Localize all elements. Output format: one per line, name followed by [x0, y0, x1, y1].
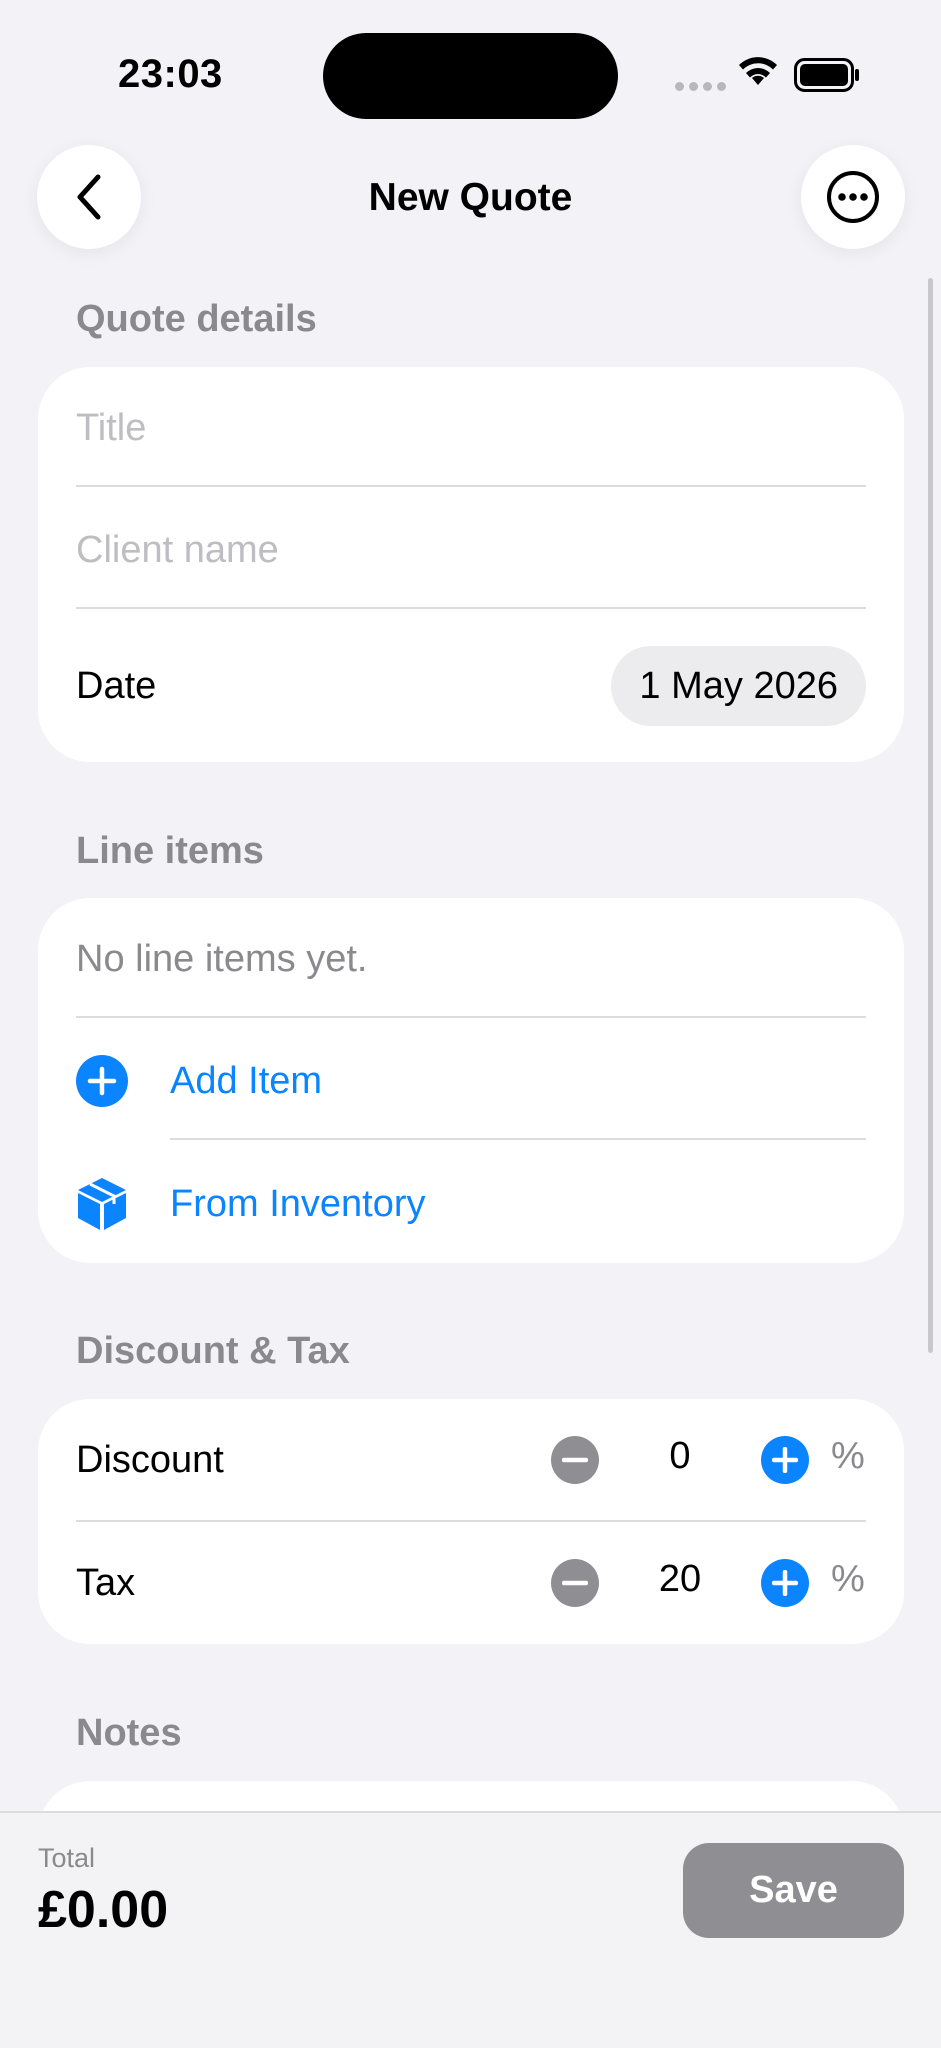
tax-increment-button[interactable] — [761, 1559, 809, 1607]
divider — [76, 1016, 866, 1018]
divider — [76, 1520, 866, 1522]
discount-percent-symbol: % — [831, 1435, 865, 1477]
tax-label: Tax — [76, 1561, 136, 1604]
line-items-card: No line items yet. Add Item From Invento… — [38, 898, 904, 1263]
divider — [76, 485, 866, 487]
client-name-field[interactable]: Client name — [76, 525, 866, 575]
discount-value: 0 — [669, 1435, 691, 1477]
discount-tax-header: Discount & Tax — [76, 1330, 350, 1372]
from-inventory-label: From Inventory — [170, 1182, 426, 1225]
scroll-indicator[interactable] — [928, 278, 933, 1353]
add-item-button[interactable]: Add Item — [76, 1054, 866, 1108]
tax-percent-symbol: % — [831, 1558, 865, 1600]
title-input[interactable]: Title — [76, 407, 146, 450]
divider — [170, 1138, 866, 1140]
notes-header: Notes — [76, 1712, 182, 1754]
empty-state-text: No line items yet. — [76, 937, 368, 980]
battery-icon — [794, 58, 859, 92]
line-items-header: Line items — [76, 830, 264, 872]
dynamic-island — [323, 33, 618, 119]
from-inventory-button[interactable]: From Inventory — [76, 1176, 866, 1232]
divider — [76, 607, 866, 609]
discount-tax-card: Discount 0 % Tax 20 % — [38, 1399, 904, 1644]
add-item-label: Add Item — [170, 1059, 323, 1102]
page-title: New Quote — [368, 176, 573, 219]
tax-row: Tax — [76, 1558, 866, 1608]
save-button[interactable]: Save — [683, 1843, 904, 1938]
discount-label: Discount — [76, 1438, 224, 1481]
tax-value: 20 — [658, 1558, 702, 1600]
shipping-box-icon — [78, 1178, 126, 1230]
empty-state-row: No line items yet. — [76, 934, 866, 984]
ellipsis-circle-icon — [827, 171, 879, 223]
discount-decrement-button[interactable] — [551, 1436, 599, 1484]
wifi-icon — [739, 57, 777, 85]
minus-icon — [562, 1580, 588, 1586]
quote-details-header: Quote details — [76, 298, 317, 340]
date-picker-button[interactable]: 1 May 2026 — [611, 646, 866, 726]
cellular-signal-icon — [675, 82, 726, 91]
tax-decrement-button[interactable] — [551, 1559, 599, 1607]
date-label: Date — [76, 664, 157, 707]
plus-circle-icon — [76, 1055, 128, 1107]
discount-increment-button[interactable] — [761, 1436, 809, 1484]
more-options-button[interactable] — [801, 145, 905, 249]
discount-row: Discount — [76, 1435, 866, 1485]
status-time: 23:03 — [118, 52, 223, 96]
plus-icon — [772, 1447, 798, 1473]
plus-icon — [772, 1570, 798, 1596]
total-label: Total — [38, 1843, 96, 1873]
title-field[interactable]: Title — [76, 403, 866, 453]
total-value: £0.00 — [38, 1881, 169, 1939]
minus-icon — [562, 1457, 588, 1463]
client-name-input[interactable]: Client name — [76, 529, 279, 572]
